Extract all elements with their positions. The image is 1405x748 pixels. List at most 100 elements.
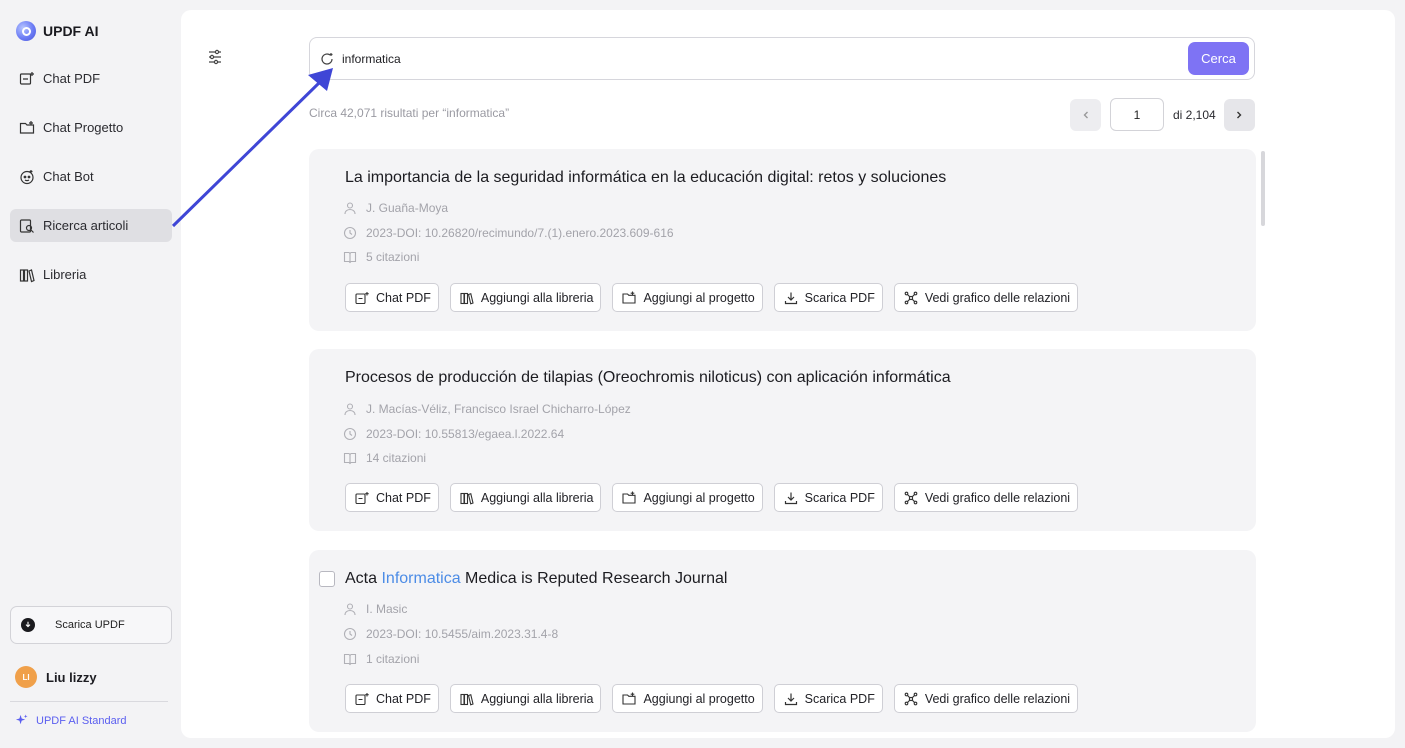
plan-badge[interactable]: UPDF AI Standard	[15, 714, 127, 727]
add-to-project-button[interactable]: Aggiungi al progetto	[612, 283, 763, 312]
divider	[10, 701, 168, 702]
graph-icon	[904, 491, 918, 504]
relation-graph-button[interactable]: Vedi grafico delle relazioni	[893, 283, 1079, 312]
graph-icon	[904, 692, 918, 705]
user-name: Liu lizzy	[46, 669, 97, 685]
citations-row: 14 citazioni	[343, 451, 426, 465]
add-to-library-button[interactable]: Aggiungi alla libreria	[449, 283, 602, 312]
chat-pdf-label: Chat PDF	[376, 290, 431, 305]
result-card[interactable]: Procesos de producción de tilapias (Oreo…	[309, 349, 1256, 531]
sidebar-item-label: Chat Progetto	[43, 120, 124, 135]
filter-settings-icon[interactable]	[206, 48, 224, 66]
result-card[interactable]: Acta Informatica Medica is Reputed Resea…	[309, 550, 1256, 732]
sidebar-item-label: Ricerca articoli	[43, 218, 129, 233]
download-pdf-button[interactable]: Scarica PDF	[773, 483, 883, 512]
sidebar-nav: Chat PDF Chat Progetto Chat Bot Ricerca …	[10, 62, 172, 307]
article-doi: 2023-DOI: 10.55813/egaea.l.2022.64	[366, 427, 565, 441]
add-library-label: Aggiungi alla libreria	[480, 290, 594, 305]
download-icon	[784, 693, 797, 705]
book-icon	[343, 653, 357, 666]
prev-page-button[interactable]	[1070, 98, 1101, 131]
page-number-input[interactable]: 1	[1110, 98, 1164, 131]
sidebar-item-chat-pdf[interactable]: Chat PDF	[10, 62, 172, 95]
search-input[interactable]	[342, 51, 1188, 66]
folder-plus-icon	[622, 491, 637, 504]
doi-row: 2023-DOI: 10.26820/recimundo/7.(1).enero…	[343, 226, 674, 240]
citations-row: 1 citazioni	[343, 652, 419, 666]
sidebar-item-chat-progetto[interactable]: Chat Progetto	[10, 111, 172, 144]
sidebar-item-libreria[interactable]: Libreria	[10, 258, 172, 291]
next-page-button[interactable]	[1223, 98, 1255, 131]
chevron-right-icon	[1237, 111, 1242, 118]
relation-graph-button[interactable]: Vedi grafico delle relazioni	[893, 684, 1079, 713]
card-actions: Chat PDF Aggiungi alla libreria Aggiungi…	[345, 483, 1079, 512]
sidebar-item-label: Libreria	[43, 267, 87, 282]
add-to-library-button[interactable]: Aggiungi alla libreria	[449, 684, 602, 713]
download-label: Scarica UPDF	[55, 619, 125, 631]
user-profile[interactable]: LI Liu lizzy	[15, 666, 97, 688]
article-title[interactable]: Procesos de producción de tilapias (Oreo…	[345, 369, 951, 387]
bot-icon	[20, 169, 34, 184]
add-to-library-button[interactable]: Aggiungi alla libreria	[449, 483, 602, 512]
article-doi: 2023-DOI: 10.5455/aim.2023.31.4-8	[366, 627, 559, 641]
add-project-label: Aggiungi al progetto	[643, 490, 755, 505]
scrollbar[interactable]	[1261, 151, 1265, 226]
download-pdf-label: Scarica PDF	[804, 290, 875, 305]
download-pdf-button[interactable]: Scarica PDF	[773, 684, 883, 713]
sidebar-item-chat-bot[interactable]: Chat Bot	[10, 160, 172, 193]
updf-logo-icon	[16, 21, 36, 41]
card-actions: Chat PDF Aggiungi alla libreria Aggiungi…	[345, 283, 1079, 312]
brand[interactable]: UPDF AI	[16, 20, 98, 42]
authors-row: J. Guaña-Moya	[343, 201, 448, 215]
avatar: LI	[15, 666, 37, 688]
search-button[interactable]: Cerca	[1188, 42, 1249, 75]
chat-pdf-button[interactable]: Chat PDF	[345, 483, 439, 512]
sidebar-item-ricerca-articoli[interactable]: Ricerca articoli	[10, 209, 172, 242]
ai-search-icon	[321, 52, 333, 65]
chevron-left-icon	[1083, 111, 1088, 118]
add-library-label: Aggiungi alla libreria	[480, 691, 594, 706]
add-project-label: Aggiungi al progetto	[643, 290, 755, 305]
book-icon	[343, 452, 357, 465]
chat-pdf-icon	[355, 692, 369, 705]
sidebar-item-label: Chat Bot	[43, 169, 94, 184]
add-to-project-button[interactable]: Aggiungi al progetto	[612, 684, 763, 713]
result-card[interactable]: La importancia de la seguridad informáti…	[309, 149, 1256, 331]
article-title[interactable]: La importancia de la seguridad informáti…	[345, 169, 946, 187]
card-actions: Chat PDF Aggiungi alla libreria Aggiungi…	[345, 684, 1079, 713]
chat-pdf-label: Chat PDF	[376, 490, 431, 505]
main-panel: Cerca Circa 42,071 risultati per “inform…	[181, 10, 1395, 738]
download-icon	[784, 292, 797, 304]
doi-row: 2023-DOI: 10.5455/aim.2023.31.4-8	[343, 627, 558, 641]
folder-plus-icon	[19, 120, 35, 134]
chat-pdf-button[interactable]: Chat PDF	[345, 684, 439, 713]
library-icon	[460, 492, 474, 505]
download-updf-button[interactable]: Scarica UPDF	[10, 606, 172, 644]
brand-name: UPDF AI	[43, 23, 99, 39]
chat-pdf-icon	[19, 71, 34, 85]
download-pdf-button[interactable]: Scarica PDF	[773, 283, 883, 312]
sidebar: UPDF AI Chat PDF Chat Progetto Chat Bot …	[0, 0, 180, 748]
page-total: di 2,104	[1173, 107, 1216, 122]
add-library-label: Aggiungi alla libreria	[480, 490, 594, 505]
article-authors: J. Macías-Véliz, Francisco Israel Chicha…	[366, 402, 631, 416]
library-icon	[460, 693, 474, 706]
doi-row: 2023-DOI: 10.55813/egaea.l.2022.64	[343, 427, 564, 441]
user-icon	[344, 603, 356, 616]
download-pdf-label: Scarica PDF	[804, 490, 875, 505]
select-checkbox[interactable]	[319, 571, 335, 587]
library-icon	[460, 292, 474, 305]
library-icon	[19, 268, 35, 282]
citations-row: 5 citazioni	[343, 250, 419, 264]
clock-icon	[343, 427, 357, 441]
authors-row: I. Masic	[343, 602, 407, 616]
chat-pdf-button[interactable]: Chat PDF	[345, 283, 439, 312]
plan-label: UPDF AI Standard	[36, 714, 127, 727]
user-icon	[344, 403, 356, 416]
relation-graph-button[interactable]: Vedi grafico delle relazioni	[893, 483, 1079, 512]
graph-label: Vedi grafico delle relazioni	[924, 490, 1071, 505]
add-to-project-button[interactable]: Aggiungi al progetto	[612, 483, 763, 512]
download-icon	[784, 492, 797, 504]
article-title[interactable]: Acta Informatica Medica is Reputed Resea…	[345, 570, 727, 588]
folder-plus-icon	[622, 692, 637, 705]
